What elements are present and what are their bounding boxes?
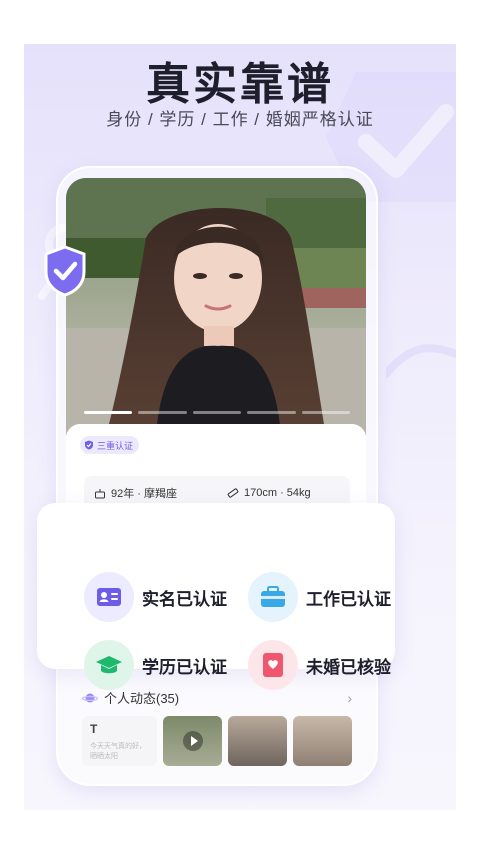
moments-title: 个人动态(35)	[104, 691, 180, 706]
cake-icon	[95, 489, 105, 499]
indicator-dot	[247, 411, 296, 414]
verification-label: 实名已认证	[142, 589, 227, 609]
indicator-dot	[84, 411, 133, 414]
briefcase-icon	[248, 572, 298, 622]
verification-label: 未婚已核验	[306, 657, 391, 677]
moment-photo-thumb[interactable]	[293, 716, 352, 766]
verification-work[interactable]: 工作已认证	[248, 572, 391, 622]
moment-photo-thumb[interactable]	[228, 716, 287, 766]
hero-subtitle: 身份 / 学历 / 工作 / 婚姻严格认证	[106, 110, 374, 129]
indicator-dot	[138, 411, 187, 414]
verification-label: 工作已认证	[306, 589, 391, 609]
profile-photo[interactable]	[66, 178, 366, 436]
moments-thumbnails: T 今天天气真的好，晒晒太阳	[82, 716, 352, 766]
shield-check-icon	[85, 440, 93, 450]
photo-page-indicator	[84, 411, 351, 414]
verified-shield-icon	[44, 245, 86, 297]
badge-label: 三重认证	[97, 440, 134, 451]
stat-age-sign: 92年 · 摩羯座	[84, 485, 217, 501]
indicator-dot	[301, 411, 351, 414]
curve-decoration	[386, 344, 456, 378]
play-icon	[182, 731, 203, 751]
moments-header[interactable]: 个人动态(35) ›	[82, 688, 352, 707]
indicator-dot	[192, 411, 242, 414]
id-card-icon	[84, 572, 134, 622]
planet-icon	[82, 693, 98, 702]
moment-video-thumb[interactable]	[163, 716, 222, 766]
triple-verified-badge: 三重认证	[80, 436, 140, 454]
ruler-icon	[227, 488, 239, 498]
hero-title: 真实靠谱	[146, 60, 334, 109]
text-post-initial: T	[90, 722, 98, 736]
age-sign-text: 92年 · 摩羯座	[111, 488, 178, 500]
verification-education[interactable]: 学历已认证	[84, 640, 227, 690]
heart-certificate-icon	[248, 640, 298, 690]
verification-real-name[interactable]: 实名已认证	[84, 572, 227, 622]
verification-label: 学历已认证	[142, 657, 227, 677]
height-weight-text: 170cm · 54kg	[244, 487, 311, 499]
chevron-right-icon[interactable]: ›	[347, 690, 352, 706]
verification-marital[interactable]: 未婚已核验	[248, 640, 391, 690]
graduation-cap-icon	[84, 640, 134, 690]
text-post-preview: 今天天气真的好，晒晒太阳	[90, 743, 146, 760]
moment-text-post[interactable]: T 今天天气真的好，晒晒太阳	[82, 716, 157, 766]
stat-height-weight: 170cm · 54kg	[217, 487, 350, 499]
